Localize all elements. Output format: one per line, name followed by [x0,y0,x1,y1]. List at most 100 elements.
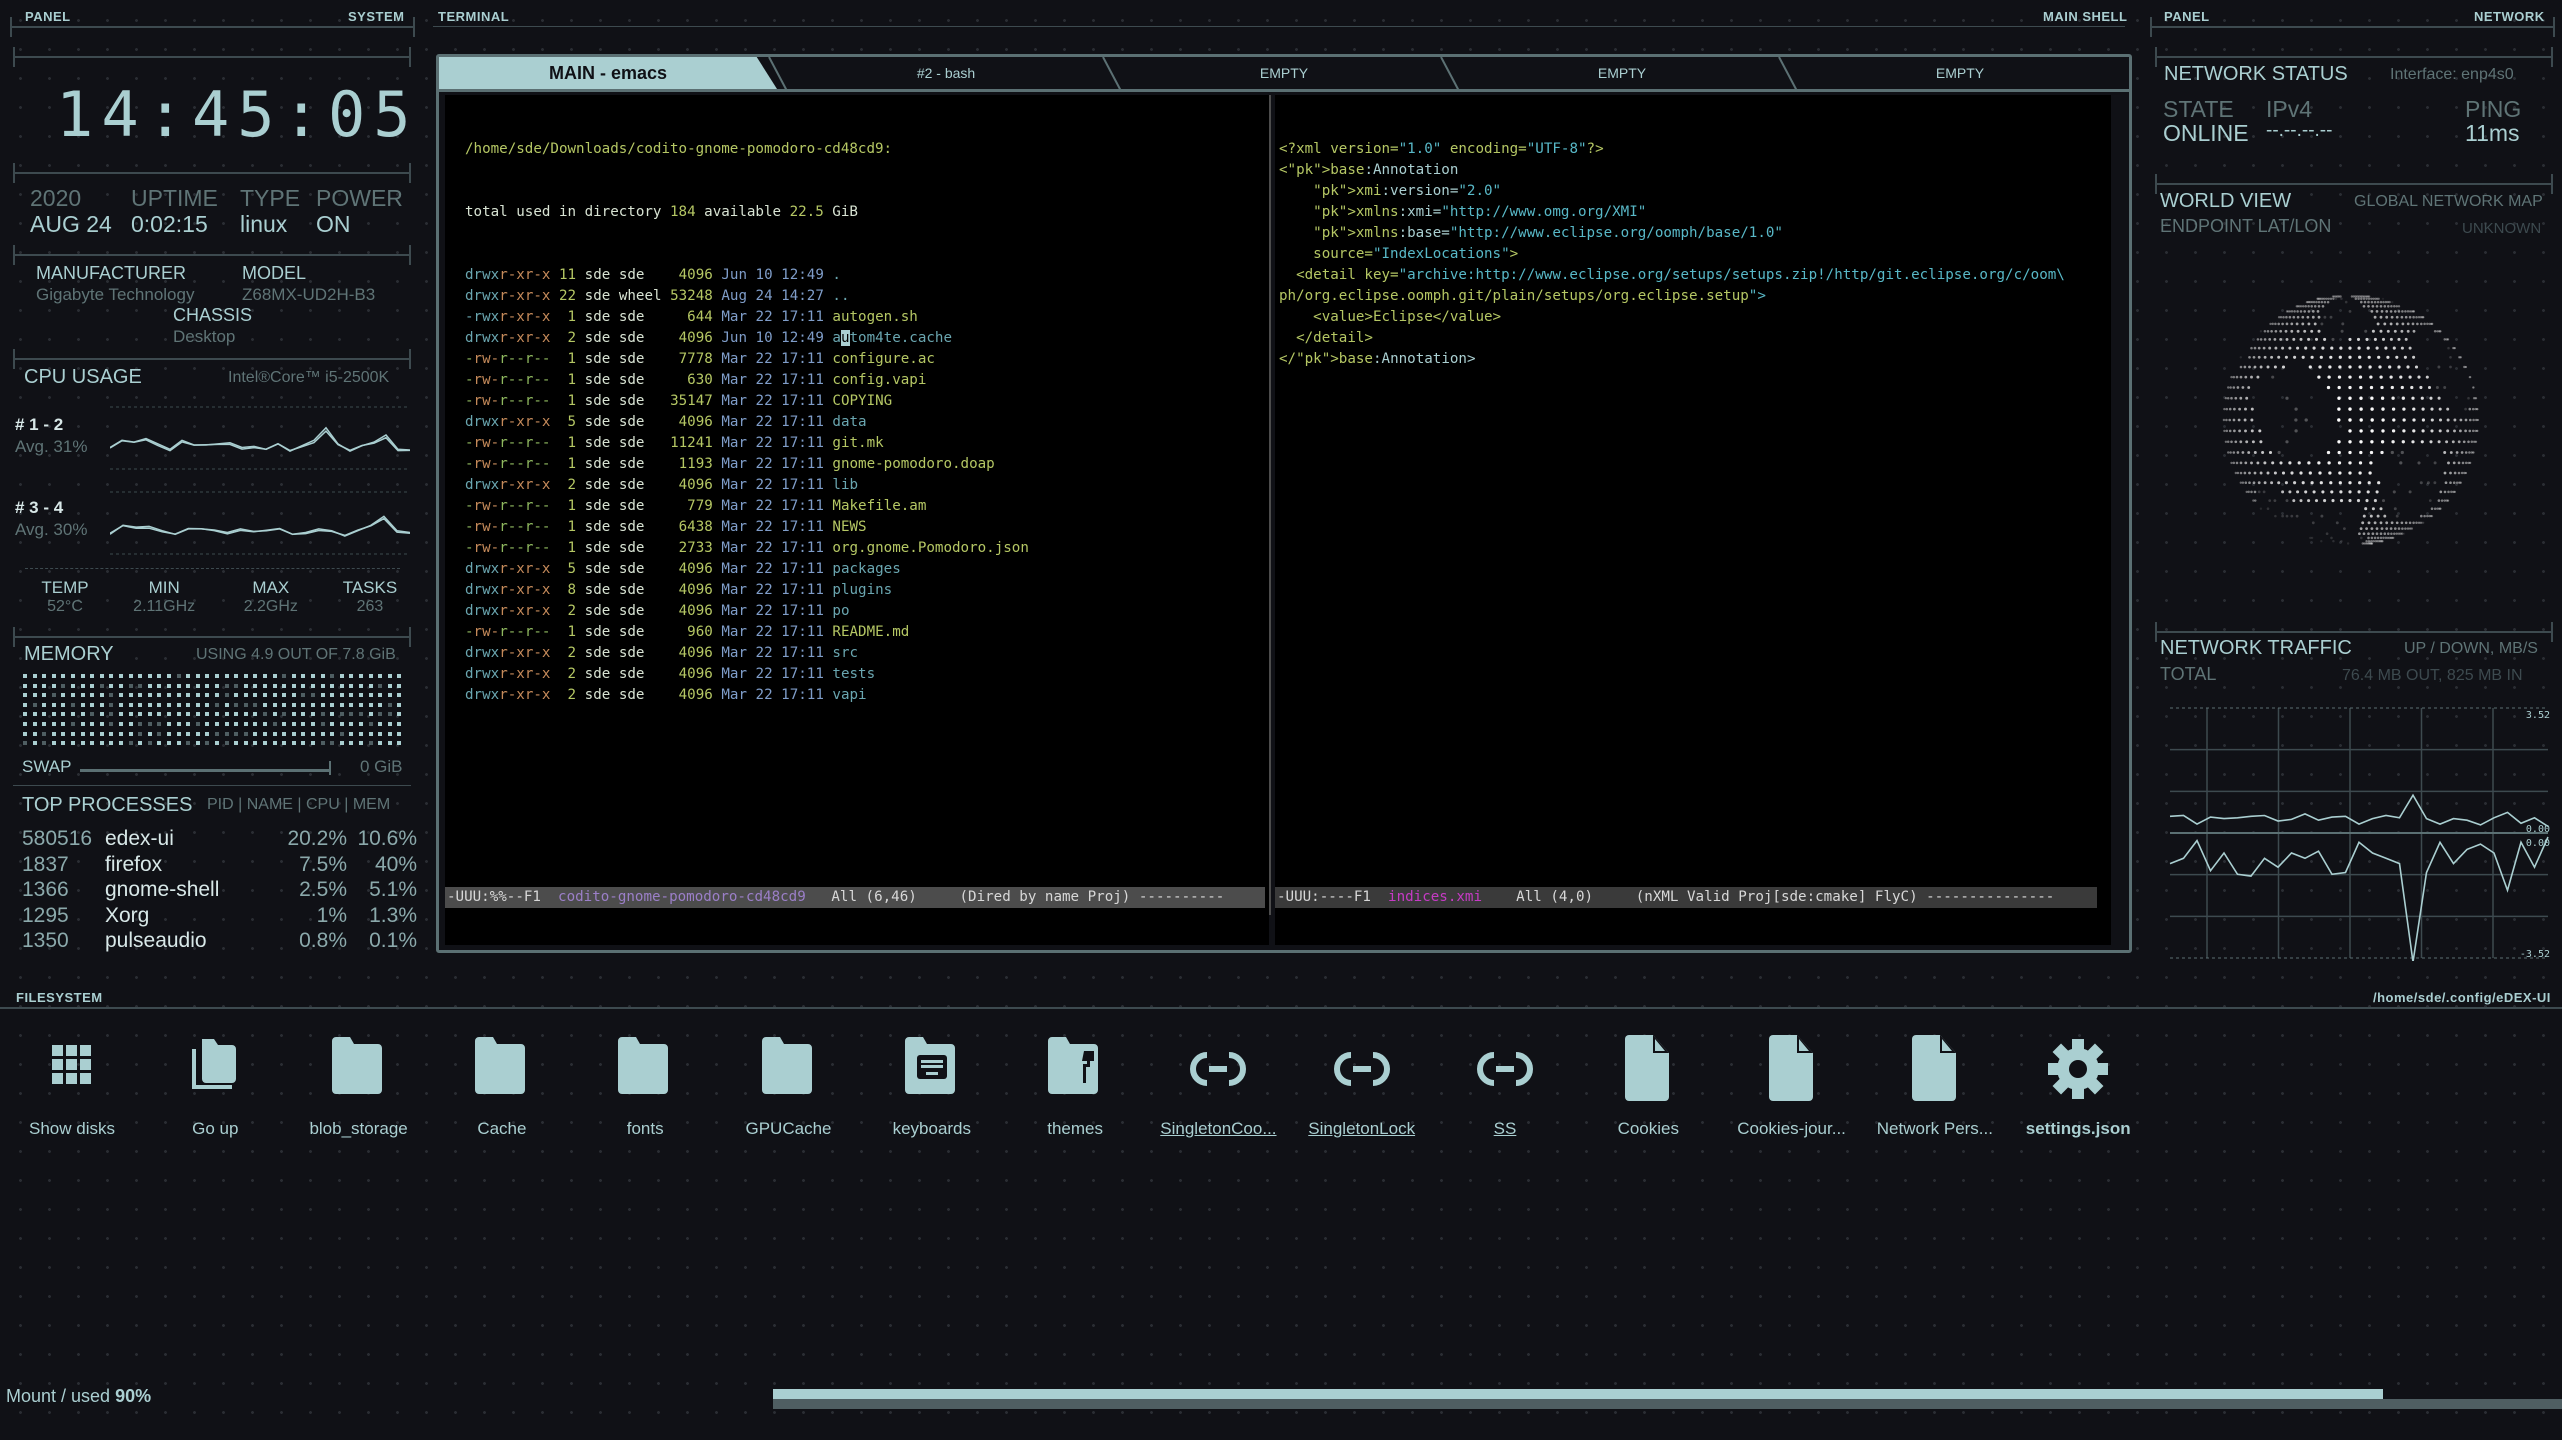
fs-item[interactable]: Network Pers... [1865,1035,2005,1139]
dired-entry[interactable]: drwxr-xr-x 11 sde sde 4096 Jun 10 12:49 … [445,265,1269,286]
fs-item[interactable]: Go up [145,1035,285,1139]
fs-item[interactable]: themes [1005,1035,1145,1139]
globe-dot [2393,507,2397,511]
dired-entry[interactable]: -rw-r--r-- 1 sde sde 11241 Mar 22 17:11 … [445,433,1269,454]
fs-item[interactable]: SS [1435,1035,1575,1139]
entry-name[interactable]: config.vapi [832,372,926,388]
entry-name[interactable]: tests [832,666,875,682]
tab-main-emacs[interactable]: MAIN - emacs [439,57,777,89]
memory-cell [186,683,191,688]
cpu-group-1-label: # 1 - 2 [15,415,64,434]
dired-entry[interactable]: drwxr-xr-x 2 sde sde 4096 Mar 22 17:11 s… [445,643,1269,664]
xml-pane[interactable]: <?xml version="1.0" encoding="UTF-8"?> <"… [1275,95,2111,945]
entry-name[interactable]: configure.ac [832,351,935,367]
tab-empty-3[interactable]: EMPTY [1115,57,1453,89]
entry-name[interactable]: README.md [832,624,909,640]
entry-name[interactable]: NEWS [832,519,866,535]
memory-cell [224,693,229,698]
globe-dot [2321,304,2325,308]
dired-entry[interactable]: drwxr-xr-x 2 sde sde 4096 Mar 22 17:11 l… [445,475,1269,496]
dired-entry[interactable]: drwxr-xr-x 22 sde wheel 53248 Aug 24 14:… [445,286,1269,307]
tab-empty-4[interactable]: EMPTY [1453,57,1791,89]
dired-entry[interactable]: drwxr-xr-x 2 sde sde 4096 Jun 10 12:49 a… [445,328,1269,349]
fs-item[interactable]: SingletonLock [1292,1035,1432,1139]
memory-cell [61,693,66,698]
entry-name[interactable]: lib [832,477,858,493]
entry-name[interactable]: plugins [832,582,892,598]
entry-name[interactable]: data [832,414,866,430]
dired-entry[interactable]: -rw-r--r-- 1 sde sde 35147 Mar 22 17:11 … [445,391,1269,412]
dired-entry[interactable]: drwxr-xr-x 8 sde sde 4096 Mar 22 17:11 p… [445,580,1269,601]
entry-name[interactable]: autogen.sh [832,309,917,325]
divider [13,627,411,647]
globe-dot [2467,396,2470,400]
dired-entry[interactable]: drwxr-xr-x 2 sde sde 4096 Mar 22 17:11 p… [445,601,1269,622]
tab-bash[interactable]: #2 - bash [777,57,1115,89]
globe[interactable] [2190,270,2510,590]
globe-dot [2271,461,2275,465]
entry-size: 4096 [670,666,713,682]
divider [13,163,411,183]
globe-dot [2395,322,2399,326]
globe-dot [2329,355,2333,359]
dired-entry[interactable]: -rw-r--r-- 1 sde sde 6438 Mar 22 17:11 N… [445,517,1269,538]
fs-item[interactable]: blob_storage [289,1035,429,1139]
globe-dot [2364,329,2368,333]
entry-name[interactable]: .. [832,288,849,304]
entry-name[interactable]: po [832,603,849,619]
terminal-window[interactable]: MAIN - emacs #2 - bash EMPTY EMPTY EMPTY… [436,54,2132,953]
fs-item[interactable]: Show disks [2,1035,142,1139]
entry-name[interactable]: src [832,645,858,661]
globe-dot [2451,440,2455,444]
memory-cell [301,722,306,726]
dired-entry[interactable]: -rw-r--r-- 1 sde sde 7778 Mar 22 17:11 c… [445,349,1269,370]
fs-item[interactable]: Cache [432,1035,572,1139]
entry-name[interactable]: packages [832,561,900,577]
fs-item[interactable]: SingletonCoo... [1148,1035,1288,1139]
dired-entry[interactable]: -rwxr-xr-x 1 sde sde 644 Mar 22 17:11 au… [445,307,1269,328]
dired-entry[interactable]: -rw-r--r-- 1 sde sde 779 Mar 22 17:11 Ma… [445,496,1269,517]
dired-entry[interactable]: drwxr-xr-x 5 sde sde 4096 Mar 22 17:11 d… [445,412,1269,433]
entry-permissions: -rw-r--r-- [465,435,551,451]
entry-name[interactable]: . [832,267,841,283]
pane-divider[interactable] [1269,95,1271,915]
fs-item[interactable]: Cookies [1578,1035,1718,1139]
globe-dot [2266,507,2270,510]
entry-name[interactable]: vapi [832,687,866,703]
globe-dot [2285,499,2289,503]
globe-dot [2358,365,2362,369]
memory-cell [61,722,66,726]
globe-dot [2397,365,2401,369]
entry-name[interactable]: autom4te.cache [832,330,952,346]
fs-item[interactable]: fonts [575,1035,715,1139]
memory-cell [291,702,296,707]
fs-item[interactable]: keyboards [862,1035,1002,1139]
globe-dot [2455,451,2459,454]
globe-dot [2313,305,2317,308]
globe-dot [2400,329,2404,333]
dired-entry[interactable]: -rw-r--r-- 1 sde sde 630 Mar 22 17:11 co… [445,370,1269,391]
entry-name[interactable]: Makefile.am [832,498,926,514]
dired-entry[interactable]: drwxr-xr-x 2 sde sde 4096 Mar 22 17:11 v… [445,685,1269,706]
globe-dot [2239,356,2242,359]
fs-item[interactable]: Cookies-jour... [1722,1035,1862,1139]
globe-dot [2393,305,2396,308]
memory-cell [128,731,133,736]
fs-item[interactable]: settings.json [2008,1035,2148,1139]
globe-dot [2239,440,2243,444]
dired-entry[interactable]: drwxr-xr-x 2 sde sde 4096 Mar 22 17:11 t… [445,664,1269,685]
dired-entry[interactable]: -rw-r--r-- 1 sde sde 2733 Mar 22 17:11 o… [445,538,1269,559]
entry-name[interactable]: git.mk [832,435,883,451]
entry-name[interactable]: gnome-pomodoro.doap [832,456,994,472]
memory-cell [272,702,277,707]
globe-dot [2243,471,2247,475]
dired-entry[interactable]: drwxr-xr-x 5 sde sde 4096 Mar 22 17:11 p… [445,559,1269,580]
entry-name[interactable]: COPYING [832,393,892,409]
file-icon [1900,1035,1970,1105]
tab-empty-5[interactable]: EMPTY [1791,57,2129,89]
dired-entry[interactable]: -rw-r--r-- 1 sde sde 960 Mar 22 17:11 RE… [445,622,1269,643]
dired-entry[interactable]: -rw-r--r-- 1 sde sde 1193 Mar 22 17:11 g… [445,454,1269,475]
dired-pane[interactable]: /home/sde/Downloads/codito-gnome-pomodor… [445,95,1269,945]
fs-item[interactable]: GPUCache [719,1035,859,1139]
entry-name[interactable]: org.gnome.Pomodoro.json [832,540,1028,556]
